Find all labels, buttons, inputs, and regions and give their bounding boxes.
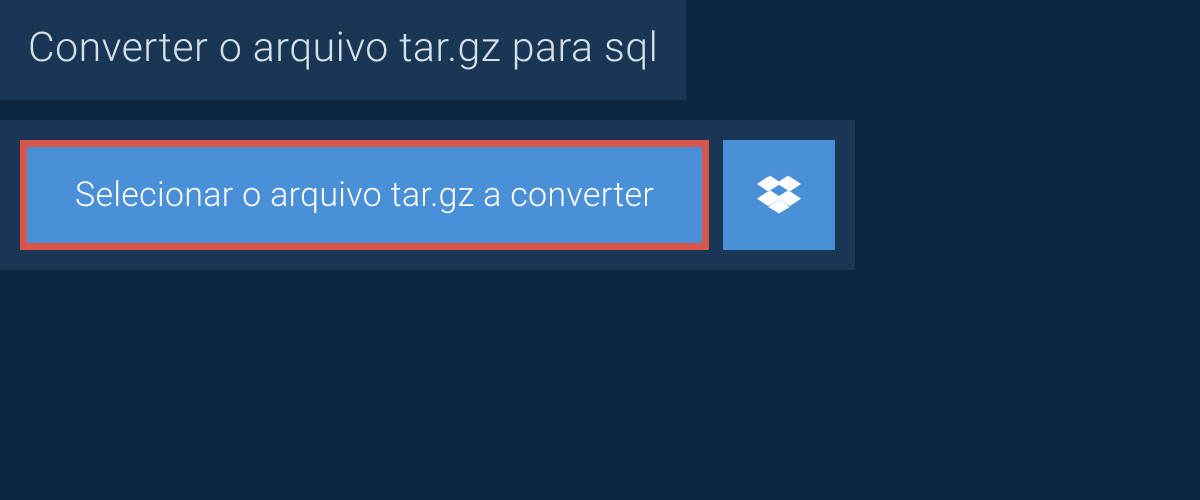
dropbox-icon [757, 173, 801, 217]
title-text: Converter o arquivo tar.gz para sql [28, 24, 658, 72]
page-title: Converter o arquivo tar.gz para sql [0, 0, 686, 100]
upload-button-row: Selecionar o arquivo tar.gz a converter [0, 120, 855, 270]
select-file-button[interactable]: Selecionar o arquivo tar.gz a converter [20, 140, 709, 250]
select-file-label: Selecionar o arquivo tar.gz a converter [75, 175, 654, 215]
dropbox-button[interactable] [723, 140, 835, 250]
